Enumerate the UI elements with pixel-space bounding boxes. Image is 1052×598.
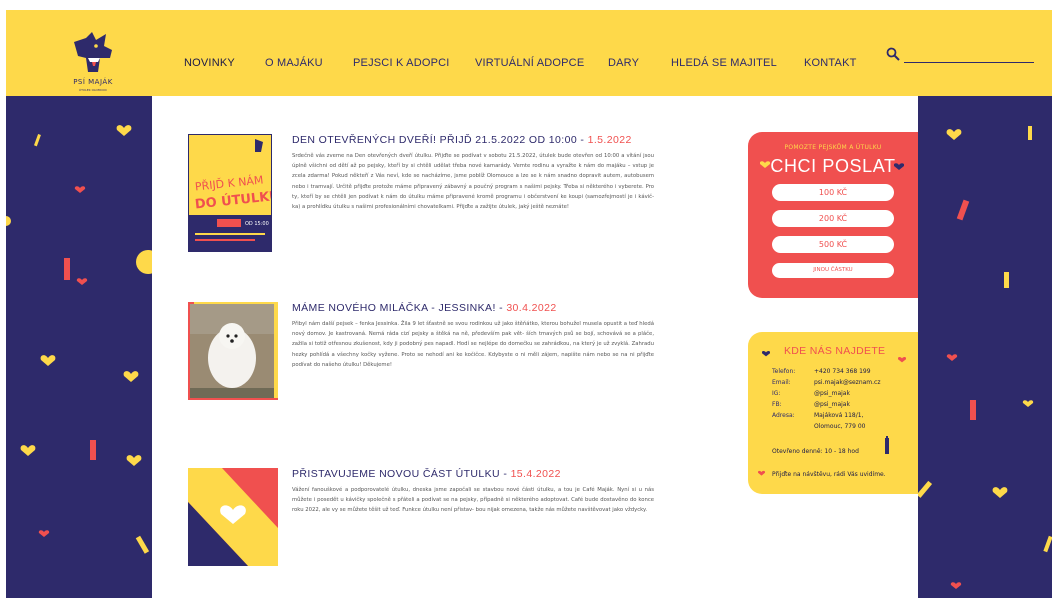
donate-card: POMOZTE PEJSKŮM A ÚTULKU CHCI POSLAT 100… bbox=[748, 132, 918, 298]
heart-icon bbox=[74, 186, 86, 193]
contact-instagram[interactable]: @psi_majak bbox=[814, 390, 850, 397]
nav-item-o-majaku[interactable]: O MAJÁKU bbox=[265, 57, 323, 69]
contact-title: KDE NÁS NAJDETE bbox=[784, 345, 886, 357]
heart-icon bbox=[894, 163, 904, 170]
yellow-half-circle bbox=[136, 250, 152, 274]
lighthouse-icon bbox=[1004, 272, 1009, 288]
right-decor-panel bbox=[918, 96, 1052, 598]
logo-tagline: ÚTULEK OLOMOUC bbox=[78, 88, 108, 92]
nav-item-kontakt[interactable]: KONTAKT bbox=[804, 57, 857, 69]
post-excerpt: Srdečně vás zveme na Den otevřených dveř… bbox=[292, 153, 654, 211]
post-2: MÁME NOVÉHO MILÁČKA - JESSINKA! - 30.4.2… bbox=[292, 302, 654, 370]
decor-pattern-right bbox=[918, 126, 1052, 589]
post-title-text[interactable]: DEN OTEVŘENÝCH DVEŘÍ! PŘIJĎ 21.5.2022 OD… bbox=[292, 134, 577, 146]
post-date: 15.4.2022 bbox=[510, 468, 561, 480]
post-image-poster[interactable]: PŘIJĎ K NÁM DO ÚTULKU OD 15:00 bbox=[188, 134, 280, 252]
heart-icon bbox=[40, 355, 56, 366]
nav-item-dary[interactable]: DARY bbox=[608, 57, 639, 69]
heart-icon bbox=[950, 582, 962, 589]
post-image-jessinka[interactable] bbox=[188, 300, 284, 400]
page: PSÍ MAJÁK ÚTULEK OLOMOUC NOVINKY O MAJÁK… bbox=[0, 0, 1052, 598]
heart-icon bbox=[123, 371, 139, 382]
donate-200-button[interactable]: 200 KČ bbox=[772, 210, 894, 227]
heart-icon bbox=[946, 354, 958, 361]
poster-graphic: PŘIJĎ K NÁM DO ÚTULKU OD 15:00 bbox=[189, 135, 280, 251]
heart-icon bbox=[1022, 400, 1034, 407]
header: PSÍ MAJÁK ÚTULEK OLOMOUC NOVINKY O MAJÁK… bbox=[6, 10, 1052, 96]
heart-icon bbox=[992, 487, 1008, 498]
contact-address-line2: Olomouc, 779 00 bbox=[814, 423, 866, 430]
post-date: 30.4.2022 bbox=[506, 302, 557, 314]
logo[interactable]: PSÍ MAJÁK ÚTULEK OLOMOUC bbox=[66, 28, 120, 100]
lighthouse-icon bbox=[90, 440, 96, 460]
poster-time: OD 15:00 bbox=[245, 221, 269, 227]
post-title[interactable]: DEN OTEVŘENÝCH DVEŘÍ! PŘIJĎ 21.5.2022 OD… bbox=[292, 134, 654, 146]
heart-icon bbox=[898, 356, 906, 363]
heart-graphic bbox=[188, 468, 278, 566]
contact-phone[interactable]: +420 734 368 199 bbox=[814, 368, 871, 375]
visit-note: Přijďte na návštěvu, rádi Vás uvidíme. bbox=[772, 471, 886, 478]
dog-photo bbox=[188, 300, 284, 400]
donate-100-button[interactable]: 100 KČ bbox=[772, 184, 894, 201]
heart-icon bbox=[762, 350, 770, 357]
left-decor-panel bbox=[6, 96, 152, 598]
search-input[interactable] bbox=[904, 62, 1034, 63]
post-title-text[interactable]: MÁME NOVÉHO MILÁČKA - JESSINKA! bbox=[292, 302, 496, 314]
contact-address-line1: Majáková 118/1, bbox=[814, 412, 864, 419]
logo-name: PSÍ MAJÁK bbox=[73, 78, 113, 86]
dog-logo-icon bbox=[74, 32, 112, 72]
contact-facebook[interactable]: @psi_majak bbox=[814, 401, 850, 408]
donate-subtitle: POMOZTE PEJSKŮM A ÚTULKU bbox=[784, 144, 882, 151]
opening-hours: Otevřeno denně: 10 - 18 hod bbox=[772, 448, 859, 455]
lighthouse-icon bbox=[1028, 126, 1032, 140]
heart-icon bbox=[116, 125, 132, 136]
lighthouse-icon bbox=[970, 400, 976, 420]
contact-label: Adresa: bbox=[772, 412, 795, 419]
lighthouse-icon bbox=[956, 199, 970, 221]
heart-icon bbox=[20, 445, 36, 456]
post-date: 1.5.2022 bbox=[587, 134, 632, 146]
decor-pattern-left bbox=[6, 125, 152, 554]
search-icon[interactable] bbox=[886, 47, 900, 61]
post-3: PŘISTAVUJEME NOVOU ČÁST ÚTULKU - 15.4.20… bbox=[292, 468, 654, 516]
heart-icon bbox=[126, 455, 142, 466]
heart-icon bbox=[758, 470, 765, 476]
post-title-text[interactable]: PŘISTAVUJEME NOVOU ČÁST ÚTULKU bbox=[292, 468, 500, 480]
contact-card: KDE NÁS NAJDETE Telefon: +420 734 368 19… bbox=[748, 332, 918, 494]
lighthouse-icon bbox=[64, 258, 70, 280]
donate-title: CHCI POSLAT bbox=[770, 156, 896, 176]
post-excerpt: Vážení fanouškové a podporovatelé útulku… bbox=[292, 487, 654, 514]
top-strip bbox=[0, 0, 1052, 10]
post-image-new-part[interactable] bbox=[188, 468, 278, 566]
nav-item-hleda-se-majitel[interactable]: HLEDÁ SE MAJITEL bbox=[671, 57, 777, 69]
heart-icon bbox=[946, 129, 962, 140]
post-title[interactable]: PŘISTAVUJEME NOVOU ČÁST ÚTULKU - 15.4.20… bbox=[292, 468, 654, 480]
contact-label: Email: bbox=[772, 379, 791, 386]
donate-custom-button[interactable]: JINOU ČÁSTKU bbox=[772, 263, 894, 278]
lighthouse-icon bbox=[885, 436, 889, 454]
post-1: DEN OTEVŘENÝCH DVEŘÍ! PŘIJĎ 21.5.2022 OD… bbox=[292, 134, 654, 212]
nav-item-pejsci-k-adopci[interactable]: PEJSCI K ADOPCI bbox=[353, 57, 450, 69]
contact-email[interactable]: psi.majak@seznam.cz bbox=[814, 379, 881, 386]
nav-item-virtualni-adopce[interactable]: VIRTUÁLNÍ ADOPCE bbox=[475, 57, 584, 69]
heart-icon bbox=[38, 530, 50, 537]
post-excerpt: Přibyl nám další pejsek – fenka Jessinka… bbox=[292, 321, 654, 368]
contact-label: FB: bbox=[772, 401, 782, 408]
contact-label: Telefon: bbox=[772, 368, 796, 375]
heart-icon bbox=[76, 278, 88, 285]
heart-icon bbox=[760, 161, 770, 168]
donate-500-button[interactable]: 500 KČ bbox=[772, 236, 894, 253]
nav-item-novinky[interactable]: NOVINKY bbox=[184, 57, 235, 69]
post-title[interactable]: MÁME NOVÉHO MILÁČKA - JESSINKA! - 30.4.2… bbox=[292, 302, 654, 314]
contact-label: IG: bbox=[772, 390, 781, 397]
